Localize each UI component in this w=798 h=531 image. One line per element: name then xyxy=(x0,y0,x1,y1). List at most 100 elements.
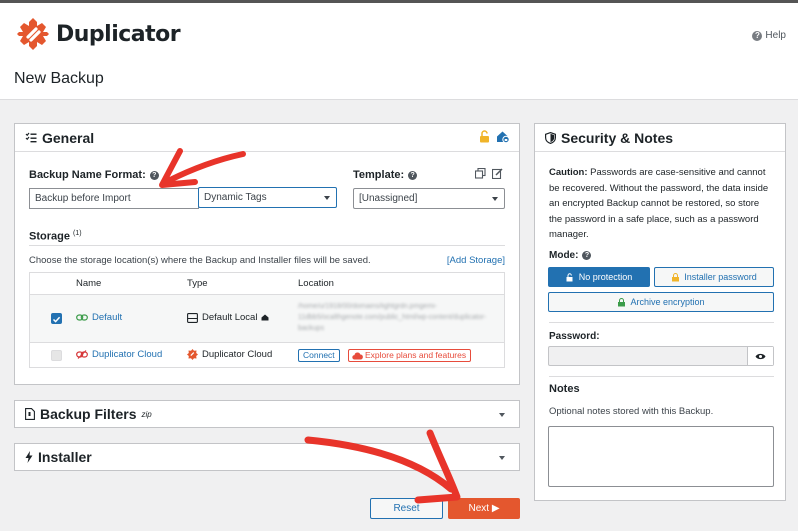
notes-description: Optional notes stored with this Backup. xyxy=(549,406,714,417)
general-title: General xyxy=(42,129,95,146)
divider xyxy=(29,245,505,246)
checklist-icon xyxy=(25,132,37,143)
duplicator-logo[interactable]: Duplicator xyxy=(16,17,181,51)
column-header-location: Location xyxy=(298,278,334,289)
chevron-down-icon[interactable] xyxy=(499,456,505,460)
storage-table: Name Type Location Default Default Local… xyxy=(29,272,505,368)
caution-text: Caution: Passwords are case-sensitive an… xyxy=(549,165,775,243)
password-label: Password: xyxy=(549,331,600,342)
add-storage-link[interactable]: [Add Storage] xyxy=(447,255,505,266)
backup-filters-header[interactable]: Backup Filters zip xyxy=(15,401,519,427)
storage-type-cloud: Duplicator Cloud xyxy=(202,349,273,360)
shield-icon xyxy=(545,131,556,144)
storage-name-cloud[interactable]: Duplicator Cloud xyxy=(92,349,162,360)
help-icon: ? xyxy=(752,30,763,41)
template-label: Template: ? xyxy=(353,169,418,181)
lock-icon xyxy=(618,297,626,306)
column-header-type: Type xyxy=(187,278,208,289)
storage-type-cell: Default Local xyxy=(187,312,269,323)
explore-plans-button[interactable]: Explore plans and features xyxy=(348,349,472,362)
show-password-toggle[interactable] xyxy=(747,347,773,365)
help-label: Help xyxy=(765,30,786,41)
explore-plans-label: Explore plans and features xyxy=(365,350,467,360)
storage-count: (1) xyxy=(73,230,82,237)
template-text: Template: xyxy=(353,169,405,181)
broken-link-icon xyxy=(76,350,88,359)
storage-type-cell: Duplicator Cloud xyxy=(187,349,272,360)
security-title: Security & Notes xyxy=(561,129,674,146)
storage-checkbox-cloud[interactable] xyxy=(51,350,62,361)
dynamic-tags-value: Dynamic Tags xyxy=(204,192,267,203)
reset-button[interactable]: Reset xyxy=(370,498,443,519)
storage-title-text: Storage xyxy=(29,230,70,243)
storage-name-default[interactable]: Default xyxy=(92,312,122,323)
table-row[interactable]: Default Default Local /home/u/1918/00/do… xyxy=(30,295,504,343)
chevron-down-icon xyxy=(492,197,498,201)
password-input[interactable] xyxy=(548,346,774,366)
lock-icon xyxy=(672,272,680,281)
notes-textarea[interactable] xyxy=(548,426,774,487)
installer-panel[interactable]: Installer xyxy=(14,443,520,471)
chevron-down-icon[interactable] xyxy=(499,413,505,417)
file-zip-icon xyxy=(25,408,35,420)
divider xyxy=(549,322,774,323)
template-select[interactable]: [Unassigned] xyxy=(353,188,505,209)
installer-password-label: Installer password xyxy=(684,272,757,282)
bolt-icon xyxy=(25,451,33,463)
backup-filters-title: Backup Filters xyxy=(40,406,137,422)
duplicator-logo-icon xyxy=(17,18,49,50)
help-question-icon[interactable]: ? xyxy=(582,251,592,260)
backup-name-format-text: Backup Name Format: xyxy=(29,169,146,181)
table-row[interactable]: Duplicator Cloud Duplicator Cloud Connec… xyxy=(30,343,504,368)
template-value: [Unassigned] xyxy=(359,193,418,204)
no-protection-button[interactable]: No protection xyxy=(548,267,650,287)
security-notes-panel: Security & Notes Caution: Passwords are … xyxy=(534,123,786,501)
unlock-icon[interactable] xyxy=(479,130,492,143)
notes-label: Notes xyxy=(549,383,580,395)
duplicator-cloud-icon xyxy=(187,349,198,360)
link-icon xyxy=(76,314,88,321)
backup-filters-panel[interactable]: Backup Filters zip xyxy=(14,400,520,428)
storage-location-path: /home/u/1918/00/domains/lightgrdn.pmgemi… xyxy=(298,303,487,332)
backup-name-format-label: Backup Name Format: ? xyxy=(29,169,159,181)
no-protection-label: No protection xyxy=(578,272,633,282)
storage-name-cell[interactable]: Default xyxy=(76,312,122,323)
eye-icon xyxy=(755,353,766,359)
archive-encryption-button[interactable]: Archive encryption xyxy=(548,292,774,312)
mode-label: Mode: ? xyxy=(549,250,592,261)
security-header: Security & Notes xyxy=(535,124,785,152)
installer-password-button[interactable]: Installer password xyxy=(654,267,774,287)
storage-type-default: Default Local xyxy=(202,312,258,323)
page-title: New Backup xyxy=(14,70,104,87)
home-lock-icon[interactable] xyxy=(496,130,510,143)
divider xyxy=(549,376,774,377)
dynamic-tags-select[interactable]: Dynamic Tags xyxy=(198,187,337,208)
top-bar: Duplicator ? Help xyxy=(0,0,798,60)
checkmark-icon xyxy=(52,316,61,323)
table-header: Name Type Location xyxy=(30,273,504,295)
caution-label: Caution: xyxy=(549,167,588,178)
help-question-icon[interactable]: ? xyxy=(408,170,418,180)
cloud-icon xyxy=(352,352,363,360)
storage-description: Choose the storage location(s) where the… xyxy=(29,255,371,266)
archive-encryption-label: Archive encryption xyxy=(630,297,705,307)
help-question-icon[interactable]: ? xyxy=(149,170,159,180)
backup-filters-sup: zip xyxy=(141,409,152,419)
general-panel: General Backup Name Format: ? Backup bef… xyxy=(14,123,520,385)
storage-checkbox-default[interactable] xyxy=(51,313,62,324)
copy-icon[interactable] xyxy=(475,168,486,179)
installer-header[interactable]: Installer xyxy=(15,444,519,470)
storage-title: Storage (1) xyxy=(29,230,82,243)
chevron-down-icon xyxy=(324,196,330,200)
next-button[interactable]: Next ▶ xyxy=(448,498,520,519)
title-bar: New Backup xyxy=(0,60,798,100)
backup-name-input[interactable]: Backup before Import xyxy=(29,188,199,209)
app-name: Duplicator xyxy=(56,21,181,47)
home-icon xyxy=(261,314,269,321)
connect-button[interactable]: Connect xyxy=(298,349,340,362)
general-header: General xyxy=(15,124,519,152)
edit-icon[interactable] xyxy=(492,168,503,179)
help-link[interactable]: ? Help xyxy=(752,30,786,41)
storage-name-cell[interactable]: Duplicator Cloud xyxy=(76,349,162,360)
installer-title: Installer xyxy=(38,449,92,465)
